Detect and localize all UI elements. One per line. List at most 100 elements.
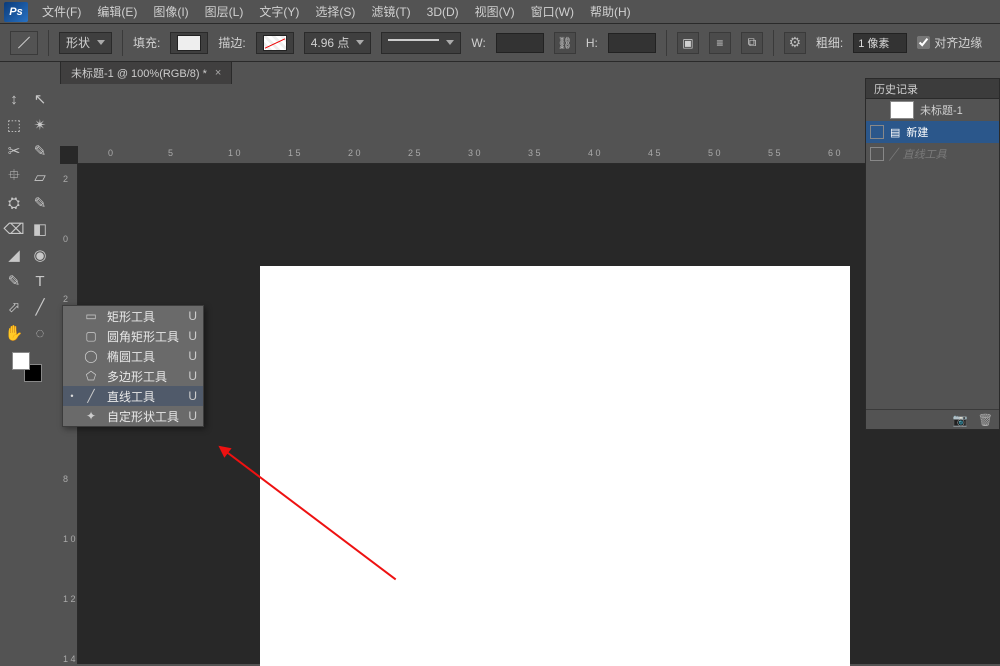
align-edges-check[interactable]: 对齐边缘 bbox=[917, 34, 982, 51]
tool-button[interactable]: ⌫ bbox=[1, 216, 27, 242]
ruler-tick: 1 4 bbox=[63, 654, 76, 664]
shape-tool-icon: ◯ bbox=[83, 349, 99, 363]
fill-swatch bbox=[177, 35, 201, 51]
chevron-down-icon bbox=[97, 40, 105, 45]
options-bar: 形状 填充: 描边: 4.96 点 W: ⛓ H: ▣ ≡ ⧉ 粗细: 对齐边缘 bbox=[0, 24, 1000, 62]
tool-button[interactable]: ⯐ bbox=[1, 164, 27, 190]
history-step-thumb bbox=[870, 125, 884, 139]
history-panel-footer: 📷 🗑 bbox=[866, 409, 999, 429]
tool-button[interactable]: ↕ bbox=[1, 86, 27, 112]
link-wh-button[interactable]: ⛓ bbox=[554, 32, 576, 54]
menu-window[interactable]: 窗口(W) bbox=[523, 3, 582, 20]
history-panel-tab[interactable]: 历史记录 bbox=[866, 79, 999, 99]
shape-tools-flyout: ▭ 矩形工具 U ▢ 圆角矩形工具 U ◯ 椭圆工具 U ⬠ 多边形工具 U• … bbox=[62, 305, 204, 427]
flyout-item-label: 多边形工具 bbox=[107, 368, 167, 385]
ruler-tick: 5 5 bbox=[768, 148, 781, 158]
divider bbox=[666, 30, 667, 56]
tool-button[interactable]: ✴ bbox=[27, 112, 53, 138]
menu-filter[interactable]: 滤镜(T) bbox=[363, 3, 418, 20]
history-step-row[interactable]: ▤ 新建 bbox=[866, 121, 999, 143]
camera-icon[interactable]: 📷 bbox=[953, 413, 968, 427]
tool-button[interactable]: ✎ bbox=[27, 138, 53, 164]
tool-button[interactable]: ✎ bbox=[1, 268, 27, 294]
path-op-button[interactable]: ▣ bbox=[677, 32, 699, 54]
flyout-item[interactable]: ▢ 圆角矩形工具 U bbox=[63, 326, 203, 346]
width-field[interactable] bbox=[496, 33, 544, 53]
flyout-item[interactable]: • ╱ 直线工具 U bbox=[63, 386, 203, 406]
ruler-tick: 2 0 bbox=[348, 148, 361, 158]
tool-button[interactable]: ✂ bbox=[1, 138, 27, 164]
menu-help[interactable]: 帮助(H) bbox=[582, 3, 639, 20]
tool-button[interactable]: ◉ bbox=[27, 242, 53, 268]
stroke-swatch-button[interactable] bbox=[256, 32, 294, 54]
flyout-item[interactable]: ⬠ 多边形工具 U bbox=[63, 366, 203, 386]
menu-image[interactable]: 图像(I) bbox=[145, 3, 196, 20]
weight-label: 粗细: bbox=[816, 34, 843, 51]
flyout-item[interactable]: ◯ 椭圆工具 U bbox=[63, 346, 203, 366]
tool-button[interactable]: ▱ bbox=[27, 164, 53, 190]
ruler-tick: 6 0 bbox=[828, 148, 841, 158]
tool-button[interactable]: ✎ bbox=[27, 190, 53, 216]
gear-icon[interactable] bbox=[784, 32, 806, 54]
history-snapshot-row[interactable]: 未标题-1 bbox=[866, 99, 999, 121]
snapshot-name: 未标题-1 bbox=[920, 102, 963, 118]
shape-mode-label: 形状 bbox=[66, 34, 90, 51]
menu-view[interactable]: 视图(V) bbox=[467, 3, 523, 20]
menu-edit[interactable]: 编辑(E) bbox=[89, 3, 145, 20]
tool-button[interactable]: T bbox=[27, 268, 53, 294]
shape-mode-combo[interactable]: 形状 bbox=[59, 32, 112, 54]
menu-3d[interactable]: 3D(D) bbox=[419, 5, 467, 19]
flyout-item[interactable]: ✦ 自定形状工具 U bbox=[63, 406, 203, 426]
flyout-item-shortcut: U bbox=[188, 329, 197, 343]
app-logo: Ps bbox=[4, 2, 28, 22]
ruler-tick: 8 bbox=[63, 474, 68, 484]
ruler-tick: 4 0 bbox=[588, 148, 601, 158]
shape-tool-icon: ▭ bbox=[83, 309, 99, 323]
ruler-tick: 3 0 bbox=[468, 148, 481, 158]
stroke-width-value: 4.96 点 bbox=[311, 34, 350, 51]
arrange-button[interactable]: ⧉ bbox=[741, 32, 763, 54]
divider bbox=[48, 30, 49, 56]
link-icon: ⛓ bbox=[557, 36, 572, 50]
align-button[interactable]: ≡ bbox=[709, 32, 731, 54]
tool-button[interactable]: ⛭ bbox=[1, 190, 27, 216]
menu-type[interactable]: 文字(Y) bbox=[251, 3, 307, 20]
tool-button[interactable]: ◧ bbox=[27, 216, 53, 242]
fg-bg-swatch[interactable] bbox=[10, 350, 44, 384]
shape-tool-icon: ⬠ bbox=[83, 369, 99, 383]
height-field[interactable] bbox=[608, 33, 656, 53]
menu-select[interactable]: 选择(S) bbox=[307, 3, 363, 20]
ruler-horizontal[interactable]: 051 01 52 02 53 03 54 04 55 05 56 06 5 bbox=[78, 146, 1000, 164]
canvas[interactable] bbox=[260, 266, 850, 666]
stroke-width-combo[interactable]: 4.96 点 bbox=[304, 32, 372, 54]
ruler-tick: 1 0 bbox=[228, 148, 241, 158]
chevron-down-icon bbox=[356, 40, 364, 45]
tool-button[interactable]: ⬚ bbox=[1, 112, 27, 138]
weight-field[interactable] bbox=[853, 33, 907, 53]
fill-swatch-button[interactable] bbox=[170, 32, 208, 54]
history-step-row[interactable]: ╱ 直线工具 bbox=[866, 143, 999, 165]
shape-tool-icon: ▢ bbox=[83, 329, 99, 343]
tool-preset-button[interactable] bbox=[10, 31, 38, 55]
tool-button[interactable]: ◌ bbox=[27, 320, 53, 346]
flyout-item-label: 直线工具 bbox=[107, 388, 155, 405]
flyout-item-shortcut: U bbox=[188, 349, 197, 363]
width-label: W: bbox=[471, 36, 485, 50]
stroke-label: 描边: bbox=[218, 34, 245, 51]
align-edges-checkbox[interactable] bbox=[917, 36, 930, 49]
flyout-item-shortcut: U bbox=[188, 309, 197, 323]
tool-button[interactable]: ╱ bbox=[27, 294, 53, 320]
ruler-tick: 5 0 bbox=[708, 148, 721, 158]
tool-button[interactable]: ↖ bbox=[27, 86, 53, 112]
tool-button[interactable]: ✋ bbox=[1, 320, 27, 346]
menu-file[interactable]: 文件(F) bbox=[34, 3, 89, 20]
menu-layer[interactable]: 图层(L) bbox=[197, 3, 252, 20]
trash-icon[interactable]: 🗑 bbox=[978, 413, 993, 427]
history-step-icon: ▤ bbox=[890, 126, 900, 139]
flyout-item-label: 矩形工具 bbox=[107, 308, 155, 325]
flyout-item[interactable]: ▭ 矩形工具 U bbox=[63, 306, 203, 326]
stroke-style-combo[interactable] bbox=[381, 32, 461, 54]
tool-button[interactable]: ⬀ bbox=[1, 294, 27, 320]
tool-button[interactable]: ◢ bbox=[1, 242, 27, 268]
divider bbox=[122, 30, 123, 56]
